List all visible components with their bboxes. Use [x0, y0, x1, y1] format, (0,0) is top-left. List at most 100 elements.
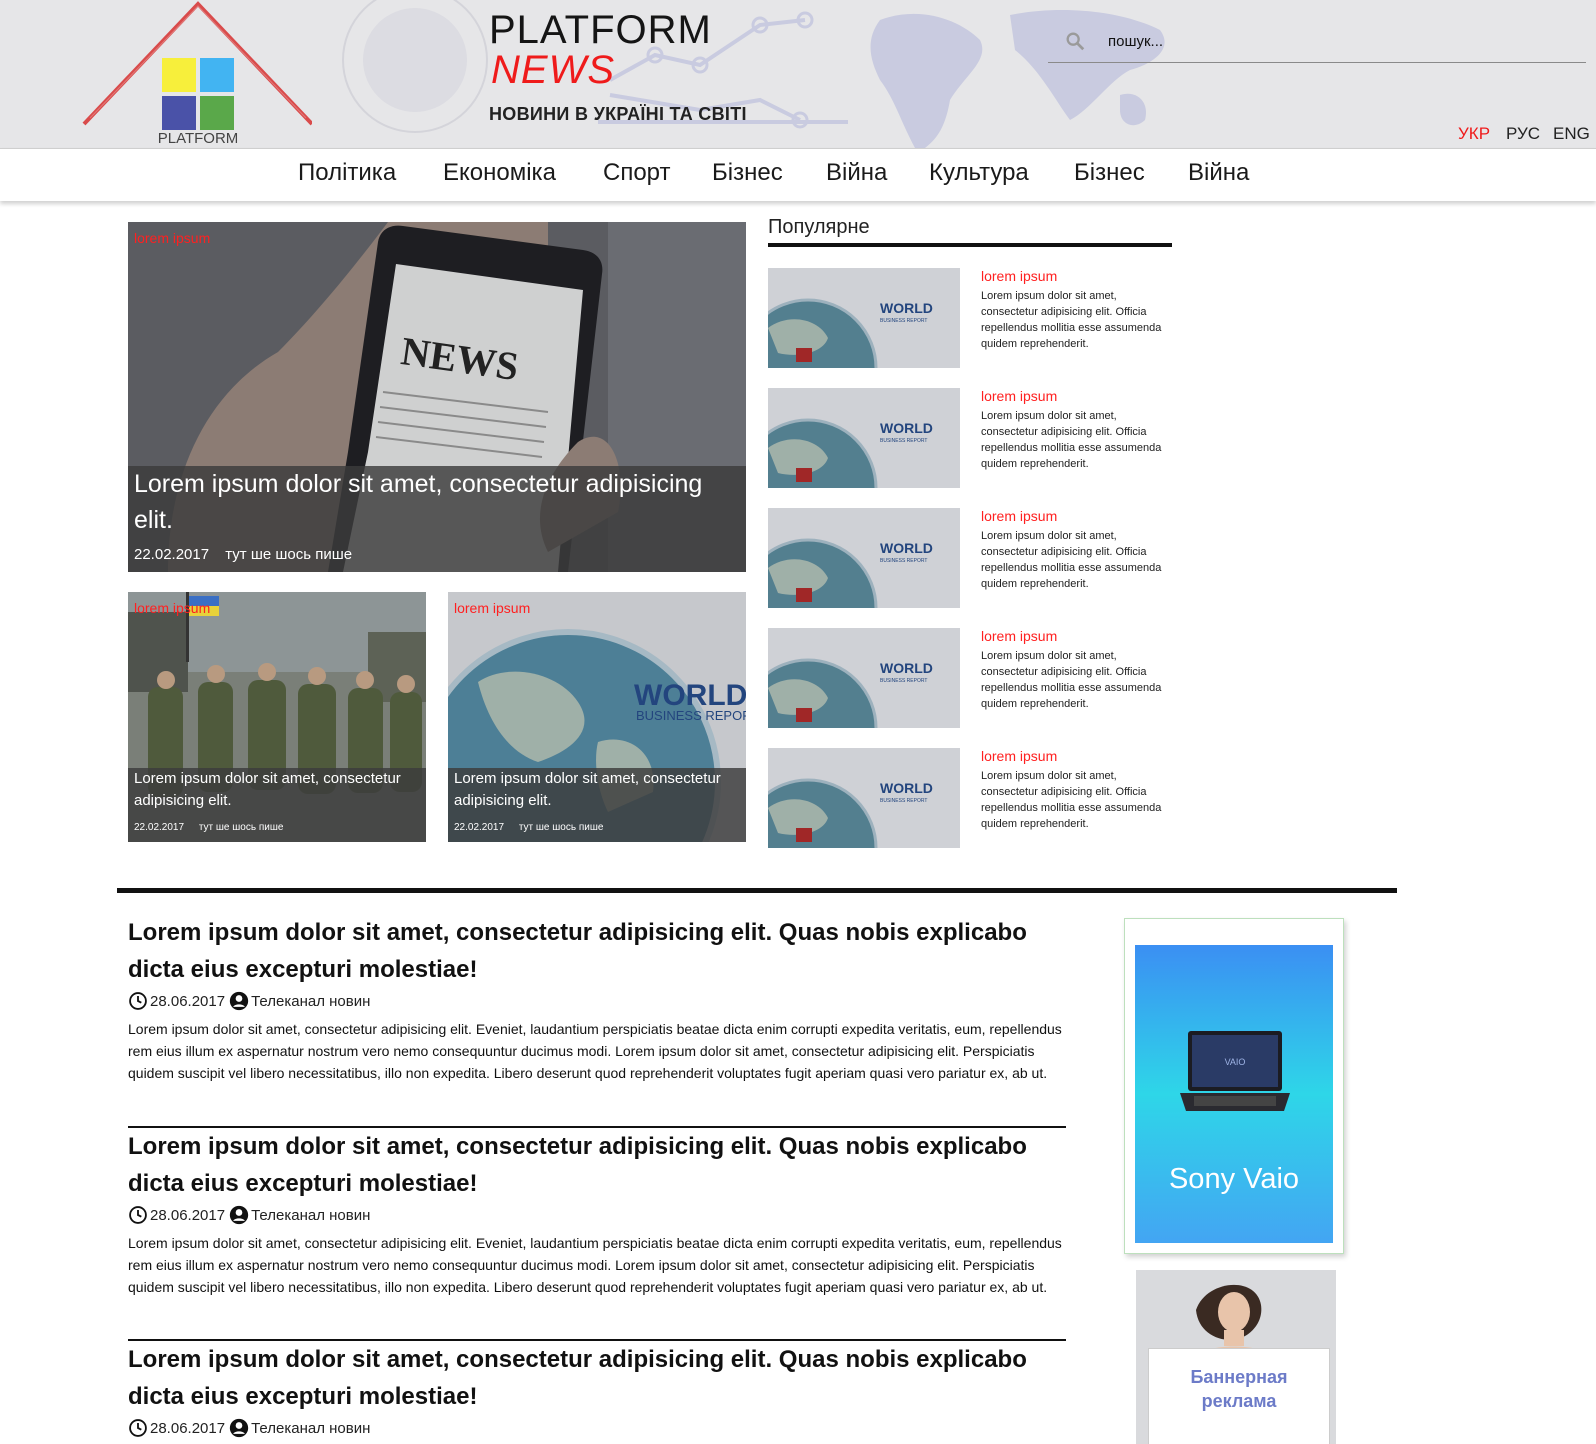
- svg-text:WORLD: WORLD: [880, 300, 933, 316]
- user-icon: [229, 1205, 249, 1225]
- popular-item-text: Lorem ipsum dolor sit amet, consectetur …: [981, 770, 1162, 830]
- popular-item-text: Lorem ipsum dolor sit amet, consectetur …: [981, 290, 1162, 350]
- article-item: Lorem ipsum dolor sit amet, consectetur …: [128, 1341, 1068, 1439]
- lang-eng[interactable]: ENG: [1553, 124, 1590, 144]
- hero-caption: Lorem ipsum dolor sit amet, consectetur …: [128, 466, 746, 572]
- popular-item-category[interactable]: lorem ipsum: [981, 268, 1057, 284]
- svg-text:BUSINESS REPORT: BUSINESS REPORT: [636, 708, 746, 723]
- clock-icon: [129, 1206, 147, 1224]
- article-item: Lorem ipsum dolor sit amet, consectetur …: [128, 1128, 1068, 1298]
- search-bar: [1048, 20, 1586, 63]
- user-icon: [229, 991, 249, 1011]
- popular-item[interactable]: WORLD BUSINESS REPORT lorem ipsum Lorem …: [768, 508, 1172, 608]
- popular-item-category[interactable]: lorem ipsum: [981, 628, 1057, 644]
- svg-text:VAIO: VAIO: [1225, 1057, 1246, 1067]
- article-meta: 28.06.2017 Телеканал новин: [128, 1417, 1068, 1439]
- secondary-2-meta: 22.02.2017 тут ше шось пише: [454, 822, 603, 833]
- hero-author: тут ше шось пише: [225, 546, 353, 563]
- article-body: Lorem ipsum dolor sit amet, consectetur …: [128, 1021, 1062, 1081]
- article-meta: 28.06.2017 Телеканал новин: [128, 990, 1068, 1012]
- article-title[interactable]: Lorem ipsum dolor sit amet, consectetur …: [128, 1341, 1068, 1415]
- svg-text:WORLD: WORLD: [880, 540, 933, 556]
- popular-item[interactable]: WORLD BUSINESS REPORT lorem ipsum Lorem …: [768, 628, 1172, 728]
- site-logo[interactable]: PLATFORM: [80, 0, 312, 148]
- clock-icon: [129, 992, 147, 1010]
- hero-title[interactable]: Lorem ipsum dolor sit amet, consectetur …: [134, 466, 734, 538]
- secondary-1-date: 22.02.2017: [134, 822, 185, 833]
- nav-item-business-2[interactable]: Бізнес: [1074, 159, 1145, 187]
- nav-item-war[interactable]: Війна: [826, 159, 887, 187]
- svg-text:WORLD: WORLD: [880, 420, 933, 436]
- secondary-article-card-2[interactable]: WORLD BUSINESS REPORT lorem ipsum Lorem …: [448, 592, 746, 842]
- article-title[interactable]: Lorem ipsum dolor sit amet, consectetur …: [128, 1128, 1068, 1202]
- secondary-1-author: тут ше шось пише: [198, 822, 284, 833]
- banner-ad-board: Баннерная реклама: [1148, 1348, 1330, 1444]
- popular-thumbnail: WORLD BUSINESS REPORT: [768, 508, 960, 608]
- site-header: PLATFORM PLATFORM NEWS НОВИНИ В УКРАЇНІ …: [0, 0, 1596, 148]
- banner-ad-line-1: Баннерная: [1190, 1367, 1288, 1387]
- svg-text:BUSINESS REPORT: BUSINESS REPORT: [880, 318, 927, 324]
- banner-ad-line-2: реклама: [1201, 1391, 1277, 1411]
- nav-item-culture[interactable]: Культура: [929, 159, 1029, 187]
- secondary-1-meta: 22.02.2017 тут ше шось пише: [134, 822, 283, 833]
- popular-item[interactable]: WORLD BUSINESS REPORT lorem ipsum Lorem …: [768, 748, 1172, 848]
- search-icon[interactable]: [1064, 30, 1086, 52]
- nav-item-economy[interactable]: Економіка: [443, 159, 556, 187]
- popular-thumbnail: WORLD BUSINESS REPORT: [768, 628, 960, 728]
- laptop-ad-text: Sony Vaio: [1168, 1163, 1300, 1195]
- svg-text:PLATFORM: PLATFORM: [158, 130, 239, 147]
- hero-date: 22.02.2017: [134, 546, 210, 563]
- secondary-2-author: тут ше шось пише: [518, 822, 604, 833]
- popular-item[interactable]: WORLD BUSINESS REPORT lorem ipsum Lorem …: [768, 388, 1172, 488]
- popular-item-text: Lorem ipsum dolor sit amet, consectetur …: [981, 530, 1162, 590]
- secondary-article-card-1[interactable]: lorem ipsum Lorem ipsum dolor sit amet, …: [128, 592, 426, 842]
- brand-title: PLATFORM: [489, 8, 712, 52]
- secondary-2-category[interactable]: lorem ipsum: [454, 600, 530, 616]
- popular-heading-rule: [768, 243, 1172, 247]
- secondary-1-title[interactable]: Lorem ipsum dolor sit amet, consectetur …: [134, 768, 424, 812]
- search-input[interactable]: [1106, 28, 1550, 54]
- main-navigation: Політика Економіка Спорт Бізнес Війна Ку…: [0, 148, 1596, 201]
- popular-item-category[interactable]: lorem ipsum: [981, 748, 1057, 764]
- nav-item-sport[interactable]: Спорт: [603, 159, 671, 187]
- article-meta: 28.06.2017 Телеканал новин: [128, 1204, 1068, 1226]
- brand-subtitle: НОВИНИ В УКРАЇНІ ТА СВІТІ: [489, 104, 747, 124]
- svg-text:BUSINESS REPORT: BUSINESS REPORT: [880, 558, 927, 564]
- laptop-ad-banner[interactable]: VAIO Sony Vaio: [1124, 918, 1344, 1254]
- article-author: Телеканал новин: [251, 1206, 371, 1224]
- section-divider: [117, 888, 1397, 893]
- popular-item-category[interactable]: lorem ipsum: [981, 508, 1057, 524]
- popular-item-text: Lorem ipsum dolor sit amet, consectetur …: [981, 650, 1162, 710]
- article-date: 28.06.2017: [150, 1419, 226, 1437]
- laptop-icon: VAIO: [1180, 1031, 1290, 1111]
- article-author: Телеканал новин: [251, 1419, 371, 1437]
- lang-ukr[interactable]: УКР: [1458, 124, 1490, 144]
- secondary-1-caption: Lorem ipsum dolor sit amet, consectetur …: [128, 768, 426, 842]
- article-item: Lorem ipsum dolor sit amet, consectetur …: [128, 914, 1068, 1084]
- secondary-2-date: 22.02.2017: [454, 822, 505, 833]
- secondary-1-category[interactable]: lorem ipsum: [134, 600, 210, 616]
- svg-text:BUSINESS REPORT: BUSINESS REPORT: [880, 438, 927, 444]
- article-title[interactable]: Lorem ipsum dolor sit amet, consectetur …: [128, 914, 1068, 988]
- secondary-2-title[interactable]: Lorem ipsum dolor sit amet, consectetur …: [454, 768, 744, 812]
- secondary-2-caption: Lorem ipsum dolor sit amet, consectetur …: [448, 768, 746, 842]
- popular-item-text: Lorem ipsum dolor sit amet, consectetur …: [981, 410, 1162, 470]
- article-body: Lorem ipsum dolor sit amet, consectetur …: [128, 1235, 1062, 1295]
- popular-thumbnail: WORLD BUSINESS REPORT: [768, 268, 960, 368]
- hero-meta: 22.02.2017 тут ше шось пише: [134, 546, 352, 563]
- user-icon: [229, 1418, 249, 1438]
- lang-rus[interactable]: РУС: [1506, 124, 1540, 144]
- clock-icon: [129, 1419, 147, 1437]
- hero-article-card[interactable]: NEWS lorem ipsum Lorem ipsum dolor sit a…: [128, 222, 746, 572]
- popular-heading: Популярне: [768, 216, 870, 238]
- popular-item[interactable]: WORLD BUSINESS REPORT lorem ipsum Lorem …: [768, 268, 1172, 368]
- laptop-ad-background: VAIO Sony Vaio: [1135, 945, 1333, 1243]
- banner-ad[interactable]: Баннерная реклама: [1136, 1270, 1336, 1444]
- popular-item-category[interactable]: lorem ipsum: [981, 388, 1057, 404]
- hero-category[interactable]: lorem ipsum: [134, 230, 210, 246]
- nav-item-politics[interactable]: Політика: [298, 159, 396, 187]
- svg-text:WORLD: WORLD: [880, 660, 933, 676]
- nav-item-war-2[interactable]: Війна: [1188, 159, 1249, 187]
- svg-text:WORLD: WORLD: [880, 780, 933, 796]
- nav-item-business[interactable]: Бізнес: [712, 159, 783, 187]
